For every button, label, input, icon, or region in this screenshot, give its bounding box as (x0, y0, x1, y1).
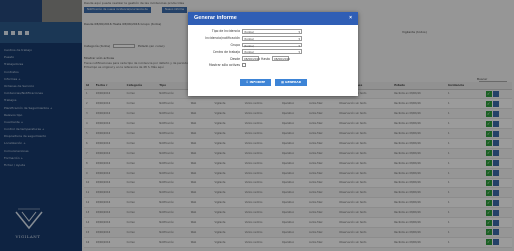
field-label: Incidencia/notificación (205, 36, 240, 41)
field-group: Grupo (todos) (188, 42, 358, 49)
report-button-label: INFORME (249, 80, 266, 84)
work-center-select[interactable]: (todos) (242, 49, 302, 55)
field-incident-notification: Incidencia/notificación (todos) (188, 35, 358, 42)
field-incident-type: Tipo de Incidencia (todos) (188, 28, 358, 35)
field-label: Tipo de Incidencia (211, 29, 240, 34)
field-label: Grupo (230, 42, 241, 47)
field-label: Desde (230, 56, 240, 61)
date-from-input[interactable]: 08/06/2016 (242, 56, 260, 61)
date-to-label: Hasta (261, 56, 270, 61)
only-active-checkbox[interactable] (242, 63, 246, 68)
modal-title: Generar informe (194, 15, 237, 21)
report-form: Tipo de Incidencia (todos) Incidencia/no… (188, 25, 358, 69)
incident-type-select[interactable]: (todos) (242, 29, 302, 34)
generate-button-label: GENERAR (285, 80, 302, 84)
group-select[interactable]: (todos) (242, 42, 302, 48)
field-date-range: Desde 08/06/2016 Hasta 08/06/2016 (188, 55, 358, 62)
generate-button[interactable]: ▦ GENERAR (275, 79, 308, 86)
modal-header: Generar informe × (188, 12, 358, 25)
field-work-center: Centro de trabajo (todos) (188, 48, 358, 55)
field-label: Mostrar sólo activas (208, 63, 240, 68)
date-to-input[interactable]: 08/06/2016 (271, 56, 290, 61)
field-only-active: Mostrar sólo activas (188, 62, 358, 69)
close-icon[interactable]: × (349, 12, 352, 25)
field-label: Centro de trabajo (212, 49, 240, 54)
modal-buttons: ⇩ INFORME ▦ GENERAR (240, 79, 308, 86)
report-modal: Generar informe × Tipo de Incidencia (to… (188, 12, 358, 96)
report-button[interactable]: ⇩ INFORME (240, 79, 272, 86)
incident-notification-select[interactable]: (todos) (242, 35, 302, 41)
